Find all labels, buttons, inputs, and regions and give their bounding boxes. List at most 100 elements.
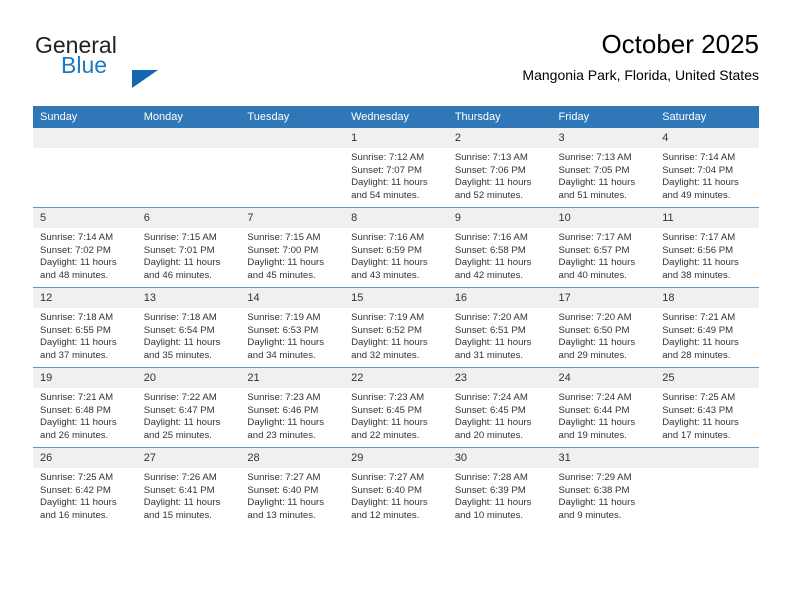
daylight-text-line2: and 43 minutes. [351, 269, 420, 281]
calendar-day-cell[interactable]: 28 Sunrise: 7:27 AM Sunset: 6:40 PM Dayligh… [240, 447, 345, 527]
calendar-day-cell[interactable]: 24 Sunrise: 7:24 AM Sunset: 6:44 PM Dayligh… [551, 367, 656, 448]
day-details: Sunrise: 7:20 AM Sunset: 6:51 PM Daylight:… [448, 308, 552, 362]
sunrise-text: Sunrise: 7:19 AM [351, 312, 425, 323]
calendar-day-cell[interactable]: 9 Sunrise: 7:16 AM Sunset: 6:58 PM Daylight… [447, 207, 552, 288]
sunrise-text: Sunrise: 7:27 AM [247, 472, 321, 483]
calendar-day-cell[interactable]: 29 Sunrise: 7:27 AM Sunset: 6:40 PM Dayligh… [344, 447, 448, 527]
calendar-day-cell[interactable]: 23 Sunrise: 7:24 AM Sunset: 6:45 PM Dayligh… [447, 367, 552, 448]
calendar-day-cell[interactable]: 27 Sunrise: 7:26 AM Sunset: 6:41 PM Dayligh… [136, 447, 241, 527]
calendar-day-cell-empty [655, 447, 759, 527]
day-details: Sunrise: 7:17 AM Sunset: 6:56 PM Daylight:… [655, 228, 759, 282]
day-details: Sunrise: 7:18 AM Sunset: 6:55 PM Daylight:… [33, 308, 137, 362]
calendar-day-cell[interactable]: 14 Sunrise: 7:19 AM Sunset: 6:53 PM Dayligh… [240, 287, 345, 368]
daylight-text-line2: and 38 minutes. [662, 269, 731, 281]
daylight-text-line1: Daylight: 11 hours [454, 337, 532, 349]
calendar-day-cell[interactable]: 20 Sunrise: 7:22 AM Sunset: 6:47 PM Dayligh… [136, 367, 241, 448]
sunrise-text: Sunrise: 7:25 AM [40, 472, 114, 483]
daylight-text-line1: Daylight: 11 hours [351, 417, 428, 429]
day-details: Sunrise: 7:24 AM Sunset: 6:45 PM Daylight:… [448, 388, 552, 442]
calendar-week-row: 1 Sunrise: 7:12 AM Sunset: 7:07 PM Daylight… [33, 128, 759, 208]
calendar-day-cell[interactable]: 6 Sunrise: 7:15 AM Sunset: 7:01 PM Daylight… [136, 207, 241, 288]
general-blue-logo[interactable]: General Blue [33, 32, 263, 88]
sunset-text: Sunset: 6:54 PM [143, 324, 215, 336]
calendar-day-cell[interactable]: 19 Sunrise: 7:21 AM Sunset: 6:48 PM Dayligh… [33, 367, 137, 448]
sunrise-text: Sunrise: 7:21 AM [40, 392, 114, 403]
calendar-day-cell[interactable]: 31 Sunrise: 7:29 AM Sunset: 6:38 PM Dayligh… [551, 447, 656, 527]
sunset-text: Sunset: 6:50 PM [558, 324, 630, 336]
sunset-text: Sunset: 6:38 PM [558, 484, 630, 496]
sunset-text: Sunset: 7:02 PM [40, 244, 111, 256]
calendar-day-cell[interactable]: 26 Sunrise: 7:25 AM Sunset: 6:42 PM Dayligh… [33, 447, 137, 527]
sunset-text: Sunset: 7:06 PM [454, 164, 526, 176]
calendar-day-cell[interactable]: 3 Sunrise: 7:13 AM Sunset: 7:05 PM Daylight… [551, 128, 656, 208]
sunset-text: Sunset: 6:59 PM [351, 244, 423, 256]
daylight-text-line2: and 35 minutes. [143, 349, 212, 361]
day-details: Sunrise: 7:19 AM Sunset: 6:52 PM Daylight:… [344, 308, 448, 362]
sunrise-text: Sunrise: 7:28 AM [454, 472, 528, 483]
daylight-text-line2: and 52 minutes. [454, 189, 524, 201]
daylight-text-line1: Daylight: 11 hours [143, 497, 221, 509]
sunset-text: Sunset: 7:01 PM [143, 244, 215, 256]
day-number: 9 [447, 208, 552, 228]
weekday-header-tuesday: Tuesday [240, 106, 345, 128]
sunset-text: Sunset: 6:40 PM [247, 484, 319, 496]
daylight-text-line2: and 20 minutes. [454, 429, 524, 441]
sunset-text: Sunset: 7:04 PM [662, 164, 734, 176]
daylight-text-line2: and 12 minutes. [351, 509, 420, 521]
day-number: 10 [551, 208, 656, 228]
daylight-text-line2: and 51 minutes. [558, 189, 627, 201]
day-details: Sunrise: 7:26 AM Sunset: 6:41 PM Daylight:… [137, 468, 241, 522]
sunrise-text: Sunrise: 7:15 AM [247, 232, 321, 243]
sunset-text: Sunset: 6:51 PM [454, 324, 526, 336]
sunrise-text: Sunrise: 7:27 AM [351, 472, 425, 483]
calendar-day-cell[interactable]: 11 Sunrise: 7:17 AM Sunset: 6:56 PM Dayligh… [655, 207, 759, 288]
calendar-day-cell[interactable]: 16 Sunrise: 7:20 AM Sunset: 6:51 PM Dayligh… [447, 287, 552, 368]
sunset-text: Sunset: 6:58 PM [454, 244, 526, 256]
calendar-day-cell[interactable]: 30 Sunrise: 7:28 AM Sunset: 6:39 PM Dayligh… [447, 447, 552, 527]
sunrise-sunset-calendar: Sunday Monday Tuesday Wednesday Thursday… [33, 106, 759, 527]
calendar-day-cell[interactable]: 1 Sunrise: 7:12 AM Sunset: 7:07 PM Daylight… [344, 128, 448, 208]
calendar-day-cell[interactable]: 10 Sunrise: 7:17 AM Sunset: 6:57 PM Dayligh… [551, 207, 656, 288]
daylight-text-line1: Daylight: 11 hours [558, 417, 636, 429]
calendar-day-cell[interactable]: 4 Sunrise: 7:14 AM Sunset: 7:04 PM Daylight… [655, 128, 759, 208]
daylight-text-line2: and 10 minutes. [454, 509, 524, 521]
calendar-day-cell[interactable]: 13 Sunrise: 7:18 AM Sunset: 6:54 PM Dayligh… [136, 287, 241, 368]
daylight-text-line1: Daylight: 11 hours [143, 257, 221, 269]
calendar-day-cell[interactable]: 8 Sunrise: 7:16 AM Sunset: 6:59 PM Daylight… [344, 207, 448, 288]
calendar-day-cell[interactable]: 15 Sunrise: 7:19 AM Sunset: 6:52 PM Dayligh… [344, 287, 448, 368]
calendar-day-cell[interactable]: 18 Sunrise: 7:21 AM Sunset: 6:49 PM Dayligh… [655, 287, 759, 368]
daylight-text-line1: Daylight: 11 hours [558, 497, 636, 509]
daylight-text-line1: Daylight: 11 hours [40, 257, 117, 269]
sunrise-text: Sunrise: 7:23 AM [351, 392, 425, 403]
calendar-body: 1 Sunrise: 7:12 AM Sunset: 7:07 PM Daylight… [33, 128, 759, 527]
daylight-text-line1: Daylight: 11 hours [558, 257, 636, 269]
daylight-text-line1: Daylight: 11 hours [143, 337, 221, 349]
calendar-day-cell[interactable]: 5 Sunrise: 7:14 AM Sunset: 7:02 PM Daylight… [33, 207, 137, 288]
calendar-day-cell[interactable]: 21 Sunrise: 7:23 AM Sunset: 6:46 PM Dayligh… [240, 367, 345, 448]
sunrise-text: Sunrise: 7:18 AM [40, 312, 114, 323]
sunrise-text: Sunrise: 7:20 AM [454, 312, 528, 323]
day-details: Sunrise: 7:15 AM Sunset: 7:01 PM Daylight:… [137, 228, 241, 282]
day-number [33, 128, 137, 148]
daylight-text-line1: Daylight: 11 hours [558, 337, 636, 349]
day-details: Sunrise: 7:27 AM Sunset: 6:40 PM Daylight:… [344, 468, 448, 522]
daylight-text-line1: Daylight: 11 hours [247, 337, 325, 349]
day-details: Sunrise: 7:20 AM Sunset: 6:50 PM Daylight:… [552, 308, 656, 362]
calendar-day-cell[interactable]: 12 Sunrise: 7:18 AM Sunset: 6:55 PM Dayligh… [33, 287, 137, 368]
sunrise-text: Sunrise: 7:13 AM [558, 152, 632, 163]
sunrise-text: Sunrise: 7:22 AM [143, 392, 217, 403]
sunset-text: Sunset: 6:55 PM [40, 324, 111, 336]
sunset-text: Sunset: 6:46 PM [247, 404, 319, 416]
sunrise-text: Sunrise: 7:26 AM [143, 472, 217, 483]
daylight-text-line1: Daylight: 11 hours [662, 417, 739, 429]
day-number [655, 448, 759, 468]
calendar-day-cell[interactable]: 25 Sunrise: 7:25 AM Sunset: 6:43 PM Dayligh… [655, 367, 759, 448]
calendar-day-cell[interactable]: 22 Sunrise: 7:23 AM Sunset: 6:45 PM Dayligh… [344, 367, 448, 448]
daylight-text-line1: Daylight: 11 hours [558, 177, 636, 189]
calendar-day-cell[interactable]: 17 Sunrise: 7:20 AM Sunset: 6:50 PM Dayligh… [551, 287, 656, 368]
day-number: 17 [551, 288, 656, 308]
calendar-day-cell[interactable]: 7 Sunrise: 7:15 AM Sunset: 7:00 PM Daylight… [240, 207, 345, 288]
page-header: General Blue October 2025 Mangonia Park,… [33, 28, 759, 98]
sunrise-text: Sunrise: 7:21 AM [662, 312, 736, 323]
calendar-day-cell[interactable]: 2 Sunrise: 7:13 AM Sunset: 7:06 PM Daylight… [447, 128, 552, 208]
